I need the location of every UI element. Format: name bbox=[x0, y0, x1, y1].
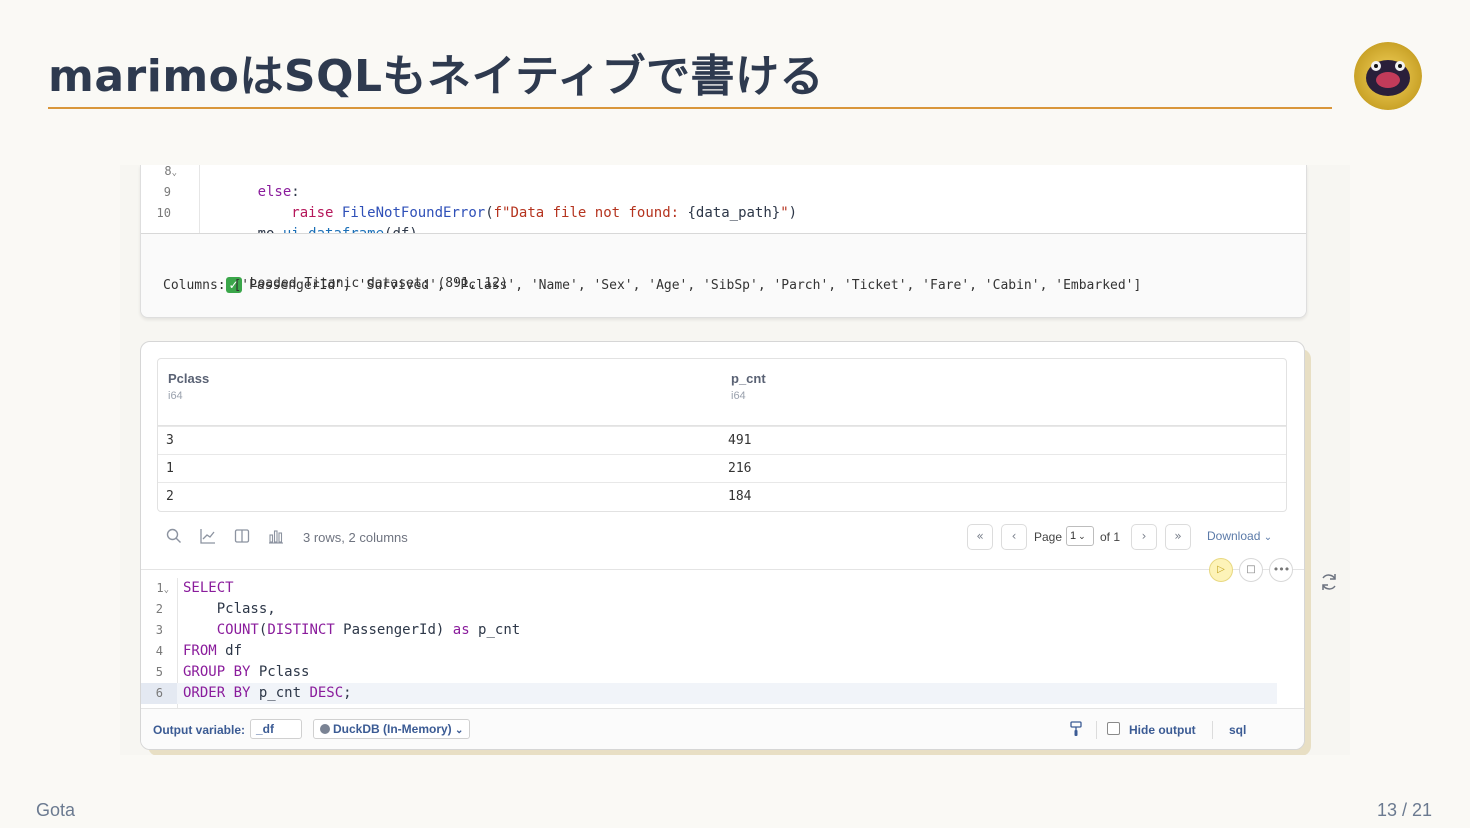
code-line-9[interactable]: raise FileNotFoundError(f"Data file not … bbox=[207, 182, 797, 221]
row-count-summary: 3 rows, 2 columns bbox=[303, 530, 408, 545]
first-page-icon[interactable]: « bbox=[967, 524, 993, 550]
output-variable-input[interactable]: _df bbox=[250, 719, 302, 739]
cell-output: ✓ Loaded Titanic dataset: (891, 12) Colum… bbox=[141, 233, 1306, 317]
output-variable-label: Output variable: bbox=[153, 723, 246, 737]
sql-line-6: ORDER BY p_cnt DESC; bbox=[183, 685, 352, 701]
download-button[interactable]: Download ⌄ bbox=[1207, 529, 1272, 543]
chevron-down-icon: ⌄ bbox=[1078, 531, 1086, 541]
slide-author: Gota bbox=[36, 800, 76, 820]
table-row[interactable]: 1 216 bbox=[158, 454, 1286, 483]
output-line-2: Columns: ['PassengerId', 'Survived', 'Pc… bbox=[163, 278, 1142, 293]
next-page-icon[interactable]: › bbox=[1131, 524, 1157, 550]
notebook-screenshot: 8⌄ 9 10 else: raise FileNotFoundError(f"… bbox=[120, 165, 1350, 755]
stats-icon[interactable] bbox=[267, 528, 285, 546]
column-header-p-cnt[interactable]: p_cnt i64 bbox=[731, 371, 766, 402]
table-toolbar: 3 rows, 2 columns « ‹ Page 1 ⌄ of 1 › » D… bbox=[157, 522, 1288, 554]
line-number: 10 bbox=[156, 206, 171, 220]
hide-output-label[interactable]: Hide output bbox=[1129, 723, 1196, 737]
sql-line-5: GROUP BY Pclass bbox=[183, 664, 310, 680]
search-icon[interactable] bbox=[165, 528, 183, 546]
page-label: Page bbox=[1034, 530, 1063, 544]
chevron-down-icon: ⌄ bbox=[455, 725, 464, 736]
table-cell: 216 bbox=[728, 461, 752, 476]
line-number: 5 bbox=[155, 665, 163, 679]
line-number: 2 bbox=[155, 602, 163, 616]
line-number: 4 bbox=[155, 644, 163, 658]
page-of-label: of 1 bbox=[1100, 530, 1121, 544]
code-line-10[interactable]: mo.ui.dataframe(df) bbox=[207, 203, 418, 242]
result-table: Pclass i64 p_cnt i64 3 491 1 216 2 184 bbox=[157, 358, 1287, 512]
sql-line-4: FROM df bbox=[183, 643, 243, 659]
slide-page-number: 13 / 21 bbox=[1376, 800, 1432, 820]
line-number: 6 bbox=[155, 686, 163, 700]
hide-output-checkbox[interactable] bbox=[1107, 722, 1120, 735]
table-row[interactable]: 3 491 bbox=[158, 426, 1286, 455]
sql-line-1: SELECT bbox=[183, 580, 234, 596]
avatar bbox=[1354, 42, 1422, 110]
engine-select[interactable]: DuckDB (In-Memory) ⌄ bbox=[313, 719, 471, 739]
table-row[interactable]: 2 184 bbox=[158, 482, 1286, 511]
gutter-divider bbox=[199, 165, 200, 233]
page-select[interactable]: 1 ⌄ bbox=[1066, 526, 1094, 546]
sql-cell-footer: Output variable: _df DuckDB (In-Memory) … bbox=[141, 708, 1304, 749]
line-number: 1⌄ bbox=[156, 581, 169, 595]
table-cell: 3 bbox=[166, 433, 174, 448]
sql-cell: Pclass i64 p_cnt i64 3 491 1 216 2 184 3… bbox=[140, 341, 1305, 750]
last-page-icon[interactable]: » bbox=[1165, 524, 1191, 550]
database-icon bbox=[320, 724, 330, 734]
chart-icon[interactable] bbox=[199, 528, 217, 546]
refresh-icon[interactable] bbox=[1318, 572, 1340, 594]
table-cell: 2 bbox=[166, 489, 174, 504]
language-label[interactable]: sql bbox=[1229, 723, 1246, 737]
table-cell: 491 bbox=[728, 433, 752, 448]
code-cell-top: 8⌄ 9 10 else: raise FileNotFoundError(f"… bbox=[140, 165, 1307, 318]
slide-title: marimoはSQLもネイティブで書ける bbox=[48, 51, 825, 102]
fold-icon: ⌄ bbox=[163, 585, 169, 595]
brush-icon[interactable] bbox=[1069, 721, 1083, 740]
line-number: 3 bbox=[155, 623, 163, 637]
line-number: 9 bbox=[163, 185, 171, 199]
table-cell: 1 bbox=[166, 461, 174, 476]
columns-icon[interactable] bbox=[233, 528, 251, 546]
sql-line-3: COUNT(DISTINCT PassengerId) as p_cnt bbox=[216, 622, 521, 638]
chevron-down-icon: ⌄ bbox=[1263, 532, 1273, 543]
sql-editor[interactable]: 1⌄ 2 3 4 5 6 SELECT Pclass, COUNT(DISTIN… bbox=[141, 578, 1304, 708]
code-line-8[interactable]: else: bbox=[207, 165, 300, 200]
sql-line-2: Pclass, bbox=[183, 601, 276, 617]
table-cell: 184 bbox=[728, 489, 752, 504]
prev-page-icon[interactable]: ‹ bbox=[1001, 524, 1027, 550]
column-header-pclass[interactable]: Pclass i64 bbox=[168, 371, 209, 402]
title-divider bbox=[48, 107, 1332, 109]
